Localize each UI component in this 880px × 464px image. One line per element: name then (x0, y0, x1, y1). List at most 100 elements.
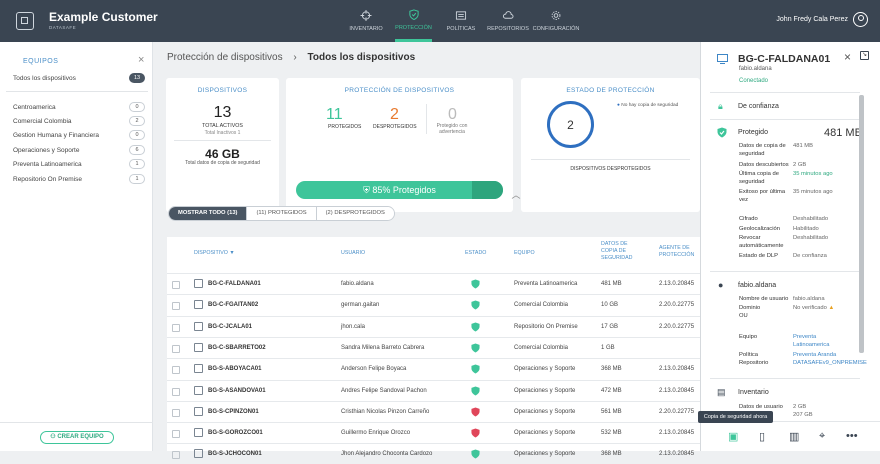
agent-cell: 2.20.0.22775 (659, 302, 695, 309)
computer-icon (717, 54, 728, 64)
sidebar-item-comercial-colombia[interactable]: Comercial Colombia 2 (13, 116, 148, 126)
row-checkbox[interactable] (172, 387, 180, 396)
team-cell: Comercial Colombia (514, 344, 569, 351)
top-bar: Example Customer DATASAFE INVENTARIO PRO… (0, 0, 880, 42)
user-icon: ● (718, 280, 724, 290)
document-icon[interactable]: ▯ (759, 430, 765, 443)
team-cell: Repositorio On Premise (514, 323, 578, 330)
sidebar-item-operaciones[interactable]: Operaciones y Soporte 6 (13, 145, 148, 155)
table-row[interactable]: BG-S-ABOYACA01 Anderson Felipe Boyaca Oper… (167, 358, 700, 379)
collapse-chevron-icon[interactable]: ︿ (509, 188, 523, 200)
column-device[interactable]: DISPOSITIVO ▼ (194, 250, 235, 257)
computer-icon (194, 385, 203, 395)
device-name[interactable]: BG-S-ABOYACA01 (208, 366, 261, 372)
nav-politicas[interactable]: POLÍTICAS (446, 0, 476, 42)
table-row[interactable]: BG-S-JCHOCON01 Jhon Alejandro Choconta Ca… (167, 443, 700, 464)
sidebar-item-repositorio[interactable]: Repositorio On Premise 1 (13, 174, 148, 184)
row-checkbox[interactable] (172, 430, 180, 439)
table-row[interactable]: BG-S-GOROZCO01 Guillermo Enrique Orozco Op… (167, 422, 700, 443)
table-row[interactable]: BG-C-FGAITAN02 german.gaitan Comercial Col… (167, 294, 700, 315)
team-cell: Operaciones y Soporte (514, 451, 576, 458)
device-name[interactable]: BG-S-ASANDOVA01 (208, 388, 266, 394)
tab-unprotected[interactable]: (2) DESPROTEGIDOS (316, 207, 394, 220)
user-section-title: fabio.aldana (738, 282, 777, 289)
divider (426, 104, 427, 134)
row-checkbox[interactable] (172, 344, 180, 353)
device-name[interactable]: BG-S-GOROZCO01 (208, 430, 263, 436)
agent-cell: 2.13.0.20845 (659, 451, 695, 458)
sidebar-item-centroamerica[interactable]: Centroamerica 0 (13, 102, 148, 112)
location-icon[interactable]: ⌖ (819, 430, 825, 443)
create-team-button[interactable]: ⚇ CREAR EQUIPO (40, 431, 114, 444)
tab-show-all[interactable]: MOSTRAR TODO (13) (169, 207, 248, 220)
computer-icon (194, 300, 203, 310)
device-name[interactable]: BG-C-FALDANA01 (208, 281, 261, 287)
nav-inventario[interactable]: INVENTARIO (349, 0, 383, 42)
agent-cell: 2.13.0.20845 (659, 387, 695, 394)
table-row[interactable]: BG-S-ASANDOVA01 Andres Felipe Sandoval Pa… (167, 379, 700, 401)
device-name[interactable]: BG-S-CPINZON01 (208, 409, 259, 415)
table-row[interactable]: BG-S-CPINZON01 Cristhian Nicolas Pinzon C… (167, 400, 700, 422)
row-checkbox[interactable] (172, 323, 180, 332)
tab-protected[interactable]: (11) PROTEGIDOS (247, 207, 317, 220)
device-name[interactable]: BG-S-JCHOCON01 (208, 451, 262, 457)
nav-proteccion[interactable]: PROTECCIÓN (395, 0, 432, 42)
agent-cell: 2.13.0.20845 (659, 366, 695, 373)
close-icon[interactable]: × (844, 50, 851, 64)
row-checkbox[interactable] (172, 302, 180, 311)
computer-icon (194, 279, 203, 288)
shield-check-icon (471, 279, 480, 289)
warning-icon: ▲ (828, 305, 835, 311)
devices-card: DISPOSITIVOS 13 TOTAL ACTIVOS Total Inac… (166, 78, 279, 212)
table-row[interactable]: BG-C-FALDANA01 fabio.aldana Preventa Latin… (167, 273, 700, 294)
nav-repositorios[interactable]: REPOSITORIOS (487, 0, 529, 42)
row-checkbox[interactable] (172, 281, 180, 289)
main-content: Protección de dispositivos › Todos los d… (153, 42, 700, 460)
shield-check-icon (471, 322, 480, 332)
shield-icon (408, 8, 419, 20)
nav-configuracion[interactable]: CONFIGURACIÓN (533, 0, 579, 42)
agent-cell: 2.13.0.20845 (659, 430, 695, 437)
user-cell: Cristhian Nicolas Pinzon Carreño (341, 408, 430, 415)
sidebar-item-gestion-humana[interactable]: Gestion Humana y Financiera 0 (13, 130, 148, 140)
brand-name: Example Customer (49, 10, 158, 24)
device-name[interactable]: BG-C-FGAITAN02 (208, 302, 258, 308)
sidebar-item-all[interactable]: Todos los dispositivos 13 (13, 73, 148, 83)
unprotected-count: 2 (390, 106, 399, 123)
team-cell: Operaciones y Soporte (514, 408, 576, 415)
panel-scrollbar[interactable] (859, 95, 864, 353)
breadcrumb-parent[interactable]: Protección de dispositivos (167, 52, 283, 63)
backup-data-cell: 561 MB (601, 408, 622, 415)
sidebar-item-preventa[interactable]: Preventa Latinoamerica 1 (13, 159, 148, 169)
device-name[interactable]: BG-C-SBARRETO02 (208, 345, 266, 351)
agent-cell: 2.13.0.20845 (659, 281, 695, 287)
close-icon[interactable]: × (138, 54, 144, 66)
count-badge: 2 (129, 116, 145, 126)
column-agent: AGENTE DE PROTECCIÓN (659, 245, 695, 258)
backup-data-cell: 10 GB (601, 302, 619, 309)
table-row[interactable]: BG-C-SBARRETO02 Sandra Milena Barreto Cab… (167, 336, 700, 358)
avatar-icon[interactable] (853, 12, 868, 27)
device-name[interactable]: BG-C-JCALA01 (208, 324, 252, 330)
row-checkbox[interactable] (172, 366, 180, 375)
protection-progress-bar: ⛨ 85% Protegidos (296, 181, 503, 199)
shield-alert-icon (471, 407, 480, 417)
row-checkbox[interactable] (172, 451, 180, 460)
divider (710, 92, 860, 93)
expand-icon[interactable]: ↘ (860, 51, 869, 60)
backup-now-icon[interactable]: ▣ (728, 430, 738, 443)
computer-icon (194, 342, 203, 352)
panel-action-bar: ▣ ▯ ▥ ⌖ ••• (701, 421, 880, 451)
count-badge: 1 (129, 159, 145, 169)
more-icon[interactable]: ••• (846, 430, 858, 442)
row-checkbox[interactable] (172, 408, 180, 417)
backup-data-cell: 1 GB (601, 344, 615, 351)
list-icon (455, 11, 467, 20)
user-cell: Sandra Milena Barreto Cabrera (341, 344, 425, 351)
legend-dot-icon: ● (617, 103, 620, 108)
tooltip: Copia de seguridad ahora (698, 411, 773, 423)
storage-icon[interactable]: ▥ (789, 430, 799, 443)
protected-count: 11 (326, 106, 343, 123)
user-name[interactable]: John Fredy Cala Perez (776, 16, 848, 23)
table-row[interactable]: BG-C-JCALA01 jhon.cala Repositorio On Prem… (167, 315, 700, 337)
